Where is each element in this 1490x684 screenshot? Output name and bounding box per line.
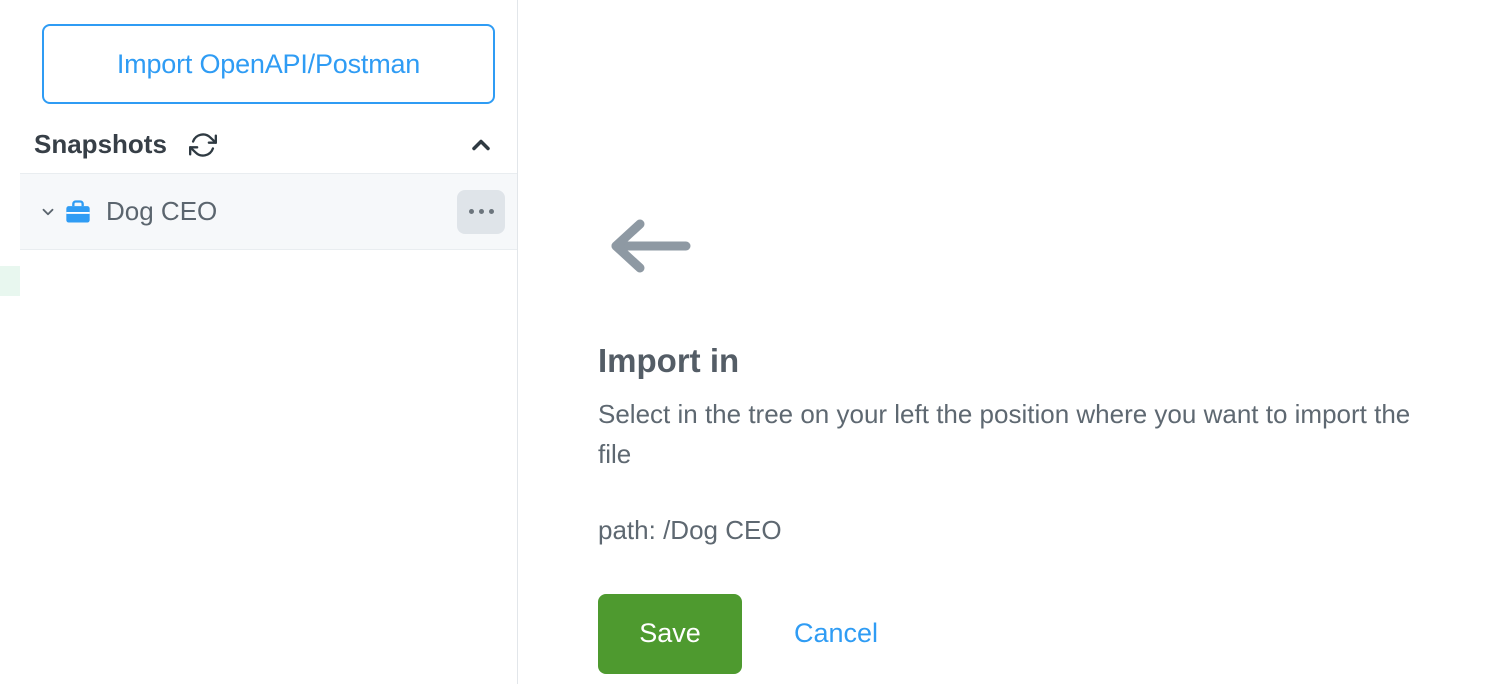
left-gutter bbox=[0, 0, 20, 684]
snapshots-title: Snapshots bbox=[34, 129, 167, 160]
page-description: Select in the tree on your left the posi… bbox=[598, 394, 1418, 475]
snapshots-tree: Dog CEO bbox=[20, 174, 517, 250]
path-value: /Dog CEO bbox=[663, 515, 782, 545]
page-title: Import in bbox=[598, 342, 1430, 380]
main-panel: Import in Select in the tree on your lef… bbox=[518, 0, 1490, 684]
path-prefix: path: bbox=[598, 515, 663, 545]
tree-item-more-button[interactable] bbox=[457, 190, 505, 234]
import-openapi-button[interactable]: Import OpenAPI/Postman bbox=[42, 24, 495, 104]
briefcase-icon bbox=[64, 198, 92, 226]
refresh-icon bbox=[189, 131, 217, 159]
refresh-button[interactable] bbox=[185, 127, 221, 163]
chevron-down-icon bbox=[39, 203, 57, 221]
action-row: Save Cancel bbox=[598, 594, 1430, 674]
tree-item-dog-ceo[interactable]: Dog CEO bbox=[20, 174, 517, 250]
arrow-left-icon bbox=[606, 218, 694, 274]
tree-item-label: Dog CEO bbox=[106, 196, 457, 227]
more-icon bbox=[469, 209, 494, 214]
sidebar: Import OpenAPI/Postman Snapshots bbox=[20, 0, 518, 684]
snapshots-header: Snapshots bbox=[20, 116, 517, 174]
path-line: path: /Dog CEO bbox=[598, 515, 1430, 546]
import-button-wrap: Import OpenAPI/Postman bbox=[20, 0, 517, 116]
collapse-snapshots-button[interactable] bbox=[463, 127, 499, 163]
back-button[interactable] bbox=[598, 210, 702, 282]
save-button[interactable]: Save bbox=[598, 594, 742, 674]
cancel-link[interactable]: Cancel bbox=[794, 618, 878, 649]
app-root: Import OpenAPI/Postman Snapshots bbox=[0, 0, 1490, 684]
chevron-up-icon bbox=[467, 131, 495, 159]
tree-item-toggle[interactable] bbox=[38, 203, 58, 221]
